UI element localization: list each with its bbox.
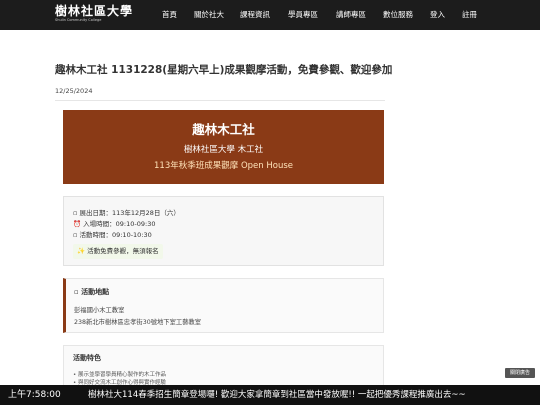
nav-courses[interactable]: 課程資訊 xyxy=(240,0,270,30)
clock: 上午7:58:00 xyxy=(8,390,61,400)
logo-subtext: Shulin Community College xyxy=(55,18,102,22)
bottom-ticker: 上午7:58:00 樹林社大114春季招生簡章登場囉! 歡迎大家拿簡章到社區當中… xyxy=(0,385,540,405)
nav-home[interactable]: 首頁 xyxy=(162,0,177,30)
close-ad-button[interactable]: 關閉廣告 xyxy=(505,368,535,378)
event-banner: 趣林木工社 樹林社區大學 木工社 113年秋季班成果觀摩 Open House xyxy=(63,110,384,184)
divider xyxy=(55,100,385,101)
nav-register[interactable]: 註冊 xyxy=(462,0,477,30)
activity-time: ▫ 活動時間：09:10-10:30 xyxy=(73,231,152,239)
feature-item: • 展示並學習學員精心製作的木工作品 xyxy=(73,372,166,378)
location-place: 彭福國小木工教室 xyxy=(74,307,125,314)
nav-digital-services[interactable]: 數位服務 xyxy=(383,0,413,30)
event-info-box: ▫ 展出日期：113年12月28日（六） ⏰ 入場時間：09:10-09:30 … xyxy=(63,196,384,266)
nav-about[interactable]: 關於社大 xyxy=(194,0,224,30)
free-admission-badge: ✨ 活動免費參觀，無須報名 xyxy=(73,244,163,259)
logo-text: 樹林社區大學 xyxy=(55,4,134,18)
nav-students[interactable]: 學員專區 xyxy=(288,0,318,30)
features-heading: 活動特色 xyxy=(73,354,101,362)
article-date: 12/25/2024 xyxy=(55,87,93,95)
exhibit-date: ▫ 展出日期：113年12月28日（六） xyxy=(73,209,180,217)
banner-subtitle: 樹林社區大學 木工社 xyxy=(183,145,264,155)
location-address: 238新北市樹林區忠孝街30號地下室工藝教室 xyxy=(74,319,202,326)
nav-teachers[interactable]: 講師專區 xyxy=(336,0,366,30)
entry-time: ⏰ 入場時間：09:10-09:30 xyxy=(73,220,156,228)
nav-login[interactable]: 登入 xyxy=(430,0,445,30)
top-nav-bar: 樹林社區大學 Shulin Community College 首頁 關於社大 … xyxy=(0,0,540,30)
banner-tagline: 113年秋季班成果觀摩 Open House xyxy=(154,161,293,171)
site-logo[interactable]: 樹林社區大學 Shulin Community College xyxy=(55,4,134,25)
article-title: 趣林木工社 1131228(星期六早上)成果觀摩活動，免費參觀、歡迎參加 xyxy=(55,64,393,76)
location-heading: ▫ 活動地點 xyxy=(74,288,110,296)
banner-title: 趣林木工社 xyxy=(192,122,255,137)
location-box: ▫ 活動地點 彭福國小木工教室 238新北市樹林區忠孝街30號地下室工藝教室 xyxy=(63,278,384,333)
announcement-marquee[interactable]: 樹林社大114春季招生簡章登場囉! 歡迎大家拿簡章到社區當中發放喔!! 一起把優… xyxy=(88,385,466,405)
